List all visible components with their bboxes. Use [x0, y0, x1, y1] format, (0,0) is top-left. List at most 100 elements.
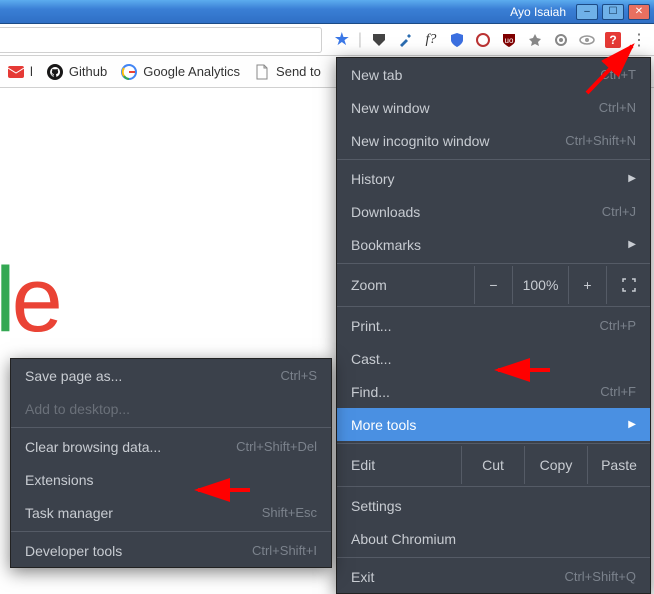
gear-icon[interactable] — [552, 31, 570, 49]
menu-label: Downloads — [351, 204, 420, 220]
edit-paste-button[interactable]: Paste — [587, 446, 650, 484]
menu-separator — [11, 531, 331, 532]
menu-label: About Chromium — [351, 531, 456, 547]
menu-label: Print... — [351, 318, 391, 334]
menu-label: Cast... — [351, 351, 391, 367]
bookmark-sendto[interactable]: Send to — [254, 64, 321, 80]
menu-history[interactable]: History ▶ — [337, 162, 650, 195]
menu-label: Extensions — [25, 472, 93, 488]
fullscreen-button[interactable] — [606, 266, 650, 304]
menu-about[interactable]: About Chromium — [337, 522, 650, 555]
menu-more-tools[interactable]: More tools ▶ — [337, 408, 650, 441]
menu-label: History — [351, 171, 395, 187]
menu-edit-row: Edit Cut Copy Paste — [337, 446, 650, 484]
maximize-button[interactable]: ☐ — [602, 4, 624, 20]
bookmark-github[interactable]: Github — [47, 64, 107, 80]
menu-incognito[interactable]: New incognito window Ctrl+Shift+N — [337, 124, 650, 157]
eyedropper-icon[interactable] — [396, 31, 414, 49]
mail-icon — [8, 64, 24, 80]
ublock-icon[interactable]: uo — [500, 31, 518, 49]
menu-separator — [337, 263, 650, 264]
zoom-level: 100% — [512, 266, 568, 304]
pocket-icon[interactable] — [370, 31, 388, 49]
font-question-icon[interactable]: f? — [422, 31, 440, 49]
menu-label: New tab — [351, 67, 402, 83]
menu-separator — [337, 486, 650, 487]
profile-name[interactable]: Ayo Isaiah — [504, 5, 572, 19]
shortcut: Ctrl+T — [600, 67, 636, 82]
shortcut: Ctrl+Shift+Q — [564, 569, 636, 584]
menu-separator — [337, 443, 650, 444]
shortcut: Ctrl+Shift+Del — [236, 439, 317, 454]
menu-label: Save page as... — [25, 368, 122, 384]
pin-icon[interactable] — [526, 31, 544, 49]
shortcut: Ctrl+P — [600, 318, 636, 333]
chrome-menu-button[interactable]: ⋮ — [630, 30, 648, 50]
menu-label: Developer tools — [25, 543, 122, 559]
browser-toolbar: ★ | f? uo ? ⋮ — [0, 24, 654, 56]
menu-separator — [337, 159, 650, 160]
menu-label: Settings — [351, 498, 402, 514]
submenu-devtools[interactable]: Developer toolsCtrl+Shift+I — [11, 534, 331, 567]
chevron-right-icon: ▶ — [628, 173, 636, 184]
menu-new-tab[interactable]: New tab Ctrl+T — [337, 58, 650, 91]
zoom-out-button[interactable]: − — [474, 266, 512, 304]
edit-cut-button[interactable]: Cut — [461, 446, 524, 484]
submenu-task-manager[interactable]: Task managerShift+Esc — [11, 496, 331, 529]
bookmark-star-icon[interactable]: ★ — [334, 29, 350, 50]
page-icon — [254, 64, 270, 80]
menu-label: Bookmarks — [351, 237, 421, 253]
menu-bookmarks[interactable]: Bookmarks ▶ — [337, 228, 650, 261]
menu-downloads[interactable]: Downloads Ctrl+J — [337, 195, 650, 228]
bookmark-label: Send to — [276, 64, 321, 79]
menu-separator — [11, 427, 331, 428]
menu-new-window[interactable]: New window Ctrl+N — [337, 91, 650, 124]
minimize-button[interactable]: – — [576, 4, 598, 20]
menu-label: New incognito window — [351, 133, 490, 149]
submenu-extensions[interactable]: Extensions — [11, 463, 331, 496]
shortcut: Ctrl+N — [599, 100, 636, 115]
submenu-save-page[interactable]: Save page as...Ctrl+S — [11, 359, 331, 392]
menu-label: Zoom — [337, 277, 474, 293]
zoom-in-button[interactable]: + — [568, 266, 606, 304]
menu-label: Clear browsing data... — [25, 439, 161, 455]
menu-print[interactable]: Print... Ctrl+P — [337, 309, 650, 342]
help-icon[interactable]: ? — [604, 31, 622, 49]
edit-copy-button[interactable]: Copy — [524, 446, 587, 484]
svg-text:?: ? — [609, 33, 616, 47]
fullscreen-icon — [622, 278, 636, 292]
menu-label: Add to desktop... — [25, 401, 130, 417]
menu-label: More tools — [351, 417, 416, 433]
shortcut: Ctrl+Shift+N — [565, 133, 636, 148]
google-logo: gle — [0, 248, 59, 353]
chrome-main-menu: New tab Ctrl+T New window Ctrl+N New incog… — [336, 57, 651, 594]
chevron-right-icon: ▶ — [628, 419, 636, 430]
menu-separator — [337, 306, 650, 307]
menu-label: Edit — [337, 446, 461, 484]
logo-letter: e — [12, 249, 59, 351]
bookmark-analytics[interactable]: Google Analytics — [121, 64, 240, 80]
bookmark-mail[interactable]: l — [8, 64, 33, 80]
bookmark-label: l — [30, 64, 33, 79]
submenu-clear-data[interactable]: Clear browsing data... Ctrl+Shift+Del — [11, 430, 331, 463]
menu-label: New window — [351, 100, 430, 116]
menu-label: Exit — [351, 569, 374, 585]
address-bar[interactable] — [0, 27, 322, 53]
chevron-right-icon: ▶ — [628, 239, 636, 250]
menu-exit[interactable]: Exit Ctrl+Shift+Q — [337, 560, 650, 593]
submenu-add-desktop[interactable]: Add to desktop... — [11, 392, 331, 425]
github-icon — [47, 64, 63, 80]
window-titlebar: Ayo Isaiah – ☐ ✕ — [0, 0, 654, 24]
menu-label: Find... — [351, 384, 390, 400]
menu-zoom-row: Zoom − 100% + — [337, 266, 650, 304]
menu-find[interactable]: Find... Ctrl+F — [337, 375, 650, 408]
shield-icon[interactable] — [448, 31, 466, 49]
logo-letter: l — [0, 249, 12, 351]
close-window-button[interactable]: ✕ — [628, 4, 650, 20]
shortcut: Ctrl+F — [600, 384, 636, 399]
record-icon[interactable] — [474, 31, 492, 49]
menu-cast[interactable]: Cast... — [337, 342, 650, 375]
eye-icon[interactable] — [578, 31, 596, 49]
menu-settings[interactable]: Settings — [337, 489, 650, 522]
shortcut: Ctrl+J — [602, 204, 636, 219]
